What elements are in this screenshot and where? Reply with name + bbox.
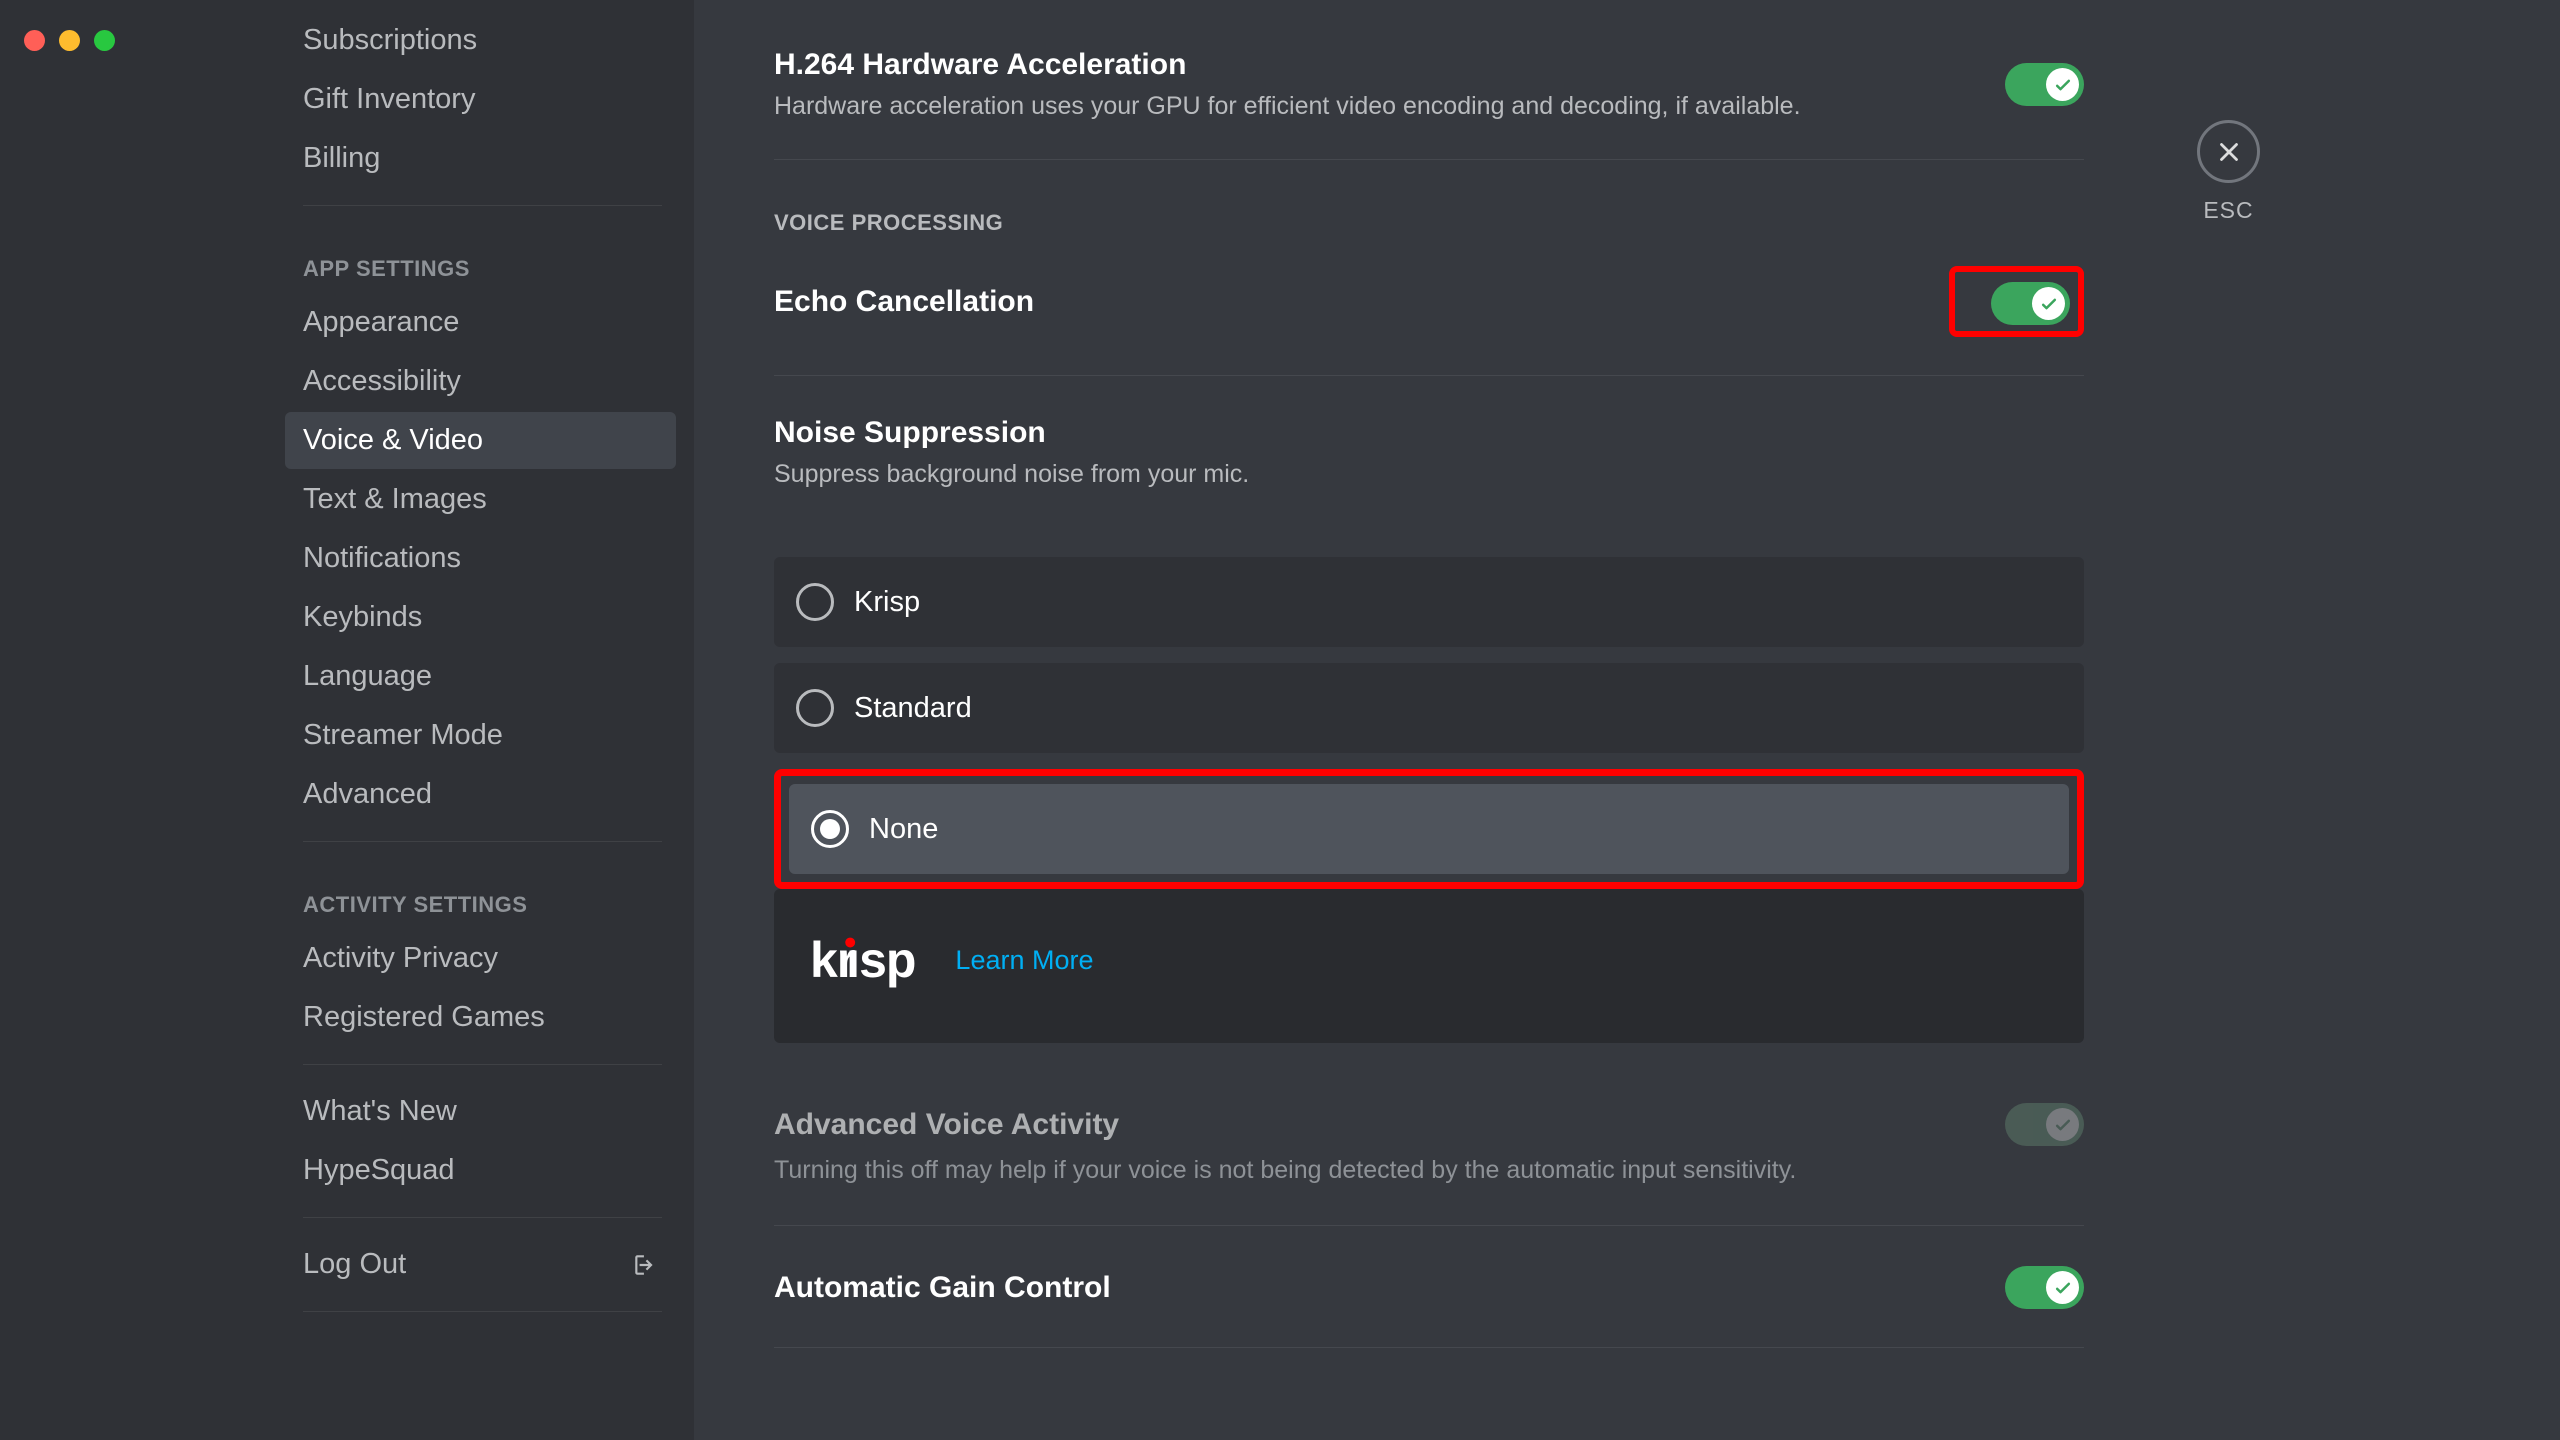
sidebar-item-language[interactable]: Language xyxy=(285,648,676,705)
close-icon xyxy=(2214,137,2244,167)
check-icon xyxy=(2053,1278,2073,1298)
sidebar-item-gift-inventory[interactable]: Gift Inventory xyxy=(285,71,676,128)
sidebar-divider xyxy=(303,205,662,206)
logout-icon xyxy=(632,1252,658,1278)
sidebar-header-activity-settings: ACTIVITY SETTINGS xyxy=(285,860,694,928)
toggle-knob xyxy=(2046,1108,2079,1141)
radio-icon xyxy=(811,810,849,848)
section-voice-processing: VOICE PROCESSING xyxy=(774,160,2084,266)
setting-title: Advanced Voice Activity xyxy=(774,1108,1119,1142)
maximize-window-dot[interactable] xyxy=(94,30,115,51)
window-traffic-lights[interactable] xyxy=(24,30,115,51)
toggle-knob xyxy=(2046,68,2079,101)
sidebar-item-advanced[interactable]: Advanced xyxy=(285,766,676,823)
setting-echo-cancellation: Echo Cancellation xyxy=(774,266,2084,375)
close-esc-label: ESC xyxy=(2197,197,2260,224)
setting-desc: Hardware acceleration uses your GPU for … xyxy=(774,92,1801,121)
close-button[interactable] xyxy=(2197,120,2260,183)
toggle-knob xyxy=(2032,287,2065,320)
radio-label: Krisp xyxy=(854,586,920,619)
sidebar-item-accessibility[interactable]: Accessibility xyxy=(285,353,676,410)
noise-option-standard[interactable]: Standard xyxy=(774,663,2084,753)
highlight-noise-none: None xyxy=(774,769,2084,889)
sidebar-header-app-settings: APP SETTINGS xyxy=(285,224,694,292)
minimize-window-dot[interactable] xyxy=(59,30,80,51)
automatic-gain-control-toggle[interactable] xyxy=(2005,1266,2084,1309)
setting-automatic-gain-control: Automatic Gain Control xyxy=(774,1266,2084,1347)
sidebar-item-label: Log Out xyxy=(303,1248,406,1281)
sidebar-item-streamer-mode[interactable]: Streamer Mode xyxy=(285,707,676,764)
sidebar-item-keybinds[interactable]: Keybinds xyxy=(285,589,676,646)
setting-title: Echo Cancellation xyxy=(774,285,1034,319)
advanced-voice-activity-toggle[interactable] xyxy=(2005,1103,2084,1146)
sidebar-item-hypesquad[interactable]: HypeSquad xyxy=(285,1142,676,1199)
close-settings[interactable]: ESC xyxy=(2197,120,2260,224)
hwaccel-toggle[interactable] xyxy=(2005,63,2084,106)
check-icon xyxy=(2053,1115,2073,1135)
setting-advanced-voice-activity: Advanced Voice Activity xyxy=(774,1103,2084,1156)
settings-content: ESC H.264 Hardware Acceleration Hardware… xyxy=(694,0,2560,1440)
noise-suppression-radio-group: Krisp Standard None xyxy=(774,527,2084,1043)
highlight-echo-toggle xyxy=(1949,266,2084,337)
radio-icon xyxy=(796,583,834,621)
sidebar-divider xyxy=(303,1217,662,1218)
sidebar-item-subscriptions[interactable]: Subscriptions xyxy=(285,12,676,69)
noise-suppression-title: Noise Suppression xyxy=(774,416,2084,450)
noise-option-none[interactable]: None xyxy=(789,784,2069,874)
setting-desc: Turning this off may help if your voice … xyxy=(774,1156,2084,1185)
sidebar-item-logout[interactable]: Log Out xyxy=(285,1236,676,1293)
sidebar-divider xyxy=(303,1064,662,1065)
radio-label: None xyxy=(869,813,938,846)
setting-title: H.264 Hardware Acceleration xyxy=(774,48,1801,82)
check-icon xyxy=(2039,294,2059,314)
krisp-promo: kr●ısp Learn More xyxy=(774,889,2084,1043)
check-icon xyxy=(2053,75,2073,95)
radio-icon xyxy=(796,689,834,727)
setting-title: Automatic Gain Control xyxy=(774,1271,1111,1305)
sidebar-item-registered-games[interactable]: Registered Games xyxy=(285,989,676,1046)
sidebar-item-appearance[interactable]: Appearance xyxy=(285,294,676,351)
sidebar-item-text-images[interactable]: Text & Images xyxy=(285,471,676,528)
echo-cancellation-toggle[interactable] xyxy=(1991,282,2070,325)
sidebar-item-voice-video[interactable]: Voice & Video xyxy=(285,412,676,469)
radio-label: Standard xyxy=(854,692,972,725)
sidebar-item-whats-new[interactable]: What's New xyxy=(285,1083,676,1140)
sidebar-item-notifications[interactable]: Notifications xyxy=(285,530,676,587)
sidebar-divider xyxy=(303,841,662,842)
noise-suppression-desc: Suppress background noise from your mic. xyxy=(774,460,2084,489)
noise-option-krisp[interactable]: Krisp xyxy=(774,557,2084,647)
sidebar-item-activity-privacy[interactable]: Activity Privacy xyxy=(285,930,676,987)
sidebar-item-billing[interactable]: Billing xyxy=(285,130,676,187)
krisp-learn-more-link[interactable]: Learn More xyxy=(955,945,1093,976)
setting-hwaccel: H.264 Hardware Acceleration Hardware acc… xyxy=(774,48,2084,159)
sidebar-divider xyxy=(303,1311,662,1312)
toggle-knob xyxy=(2046,1271,2079,1304)
close-window-dot[interactable] xyxy=(24,30,45,51)
krisp-logo: kr●ısp xyxy=(810,931,915,989)
settings-sidebar: Subscriptions Gift Inventory Billing APP… xyxy=(0,0,694,1440)
